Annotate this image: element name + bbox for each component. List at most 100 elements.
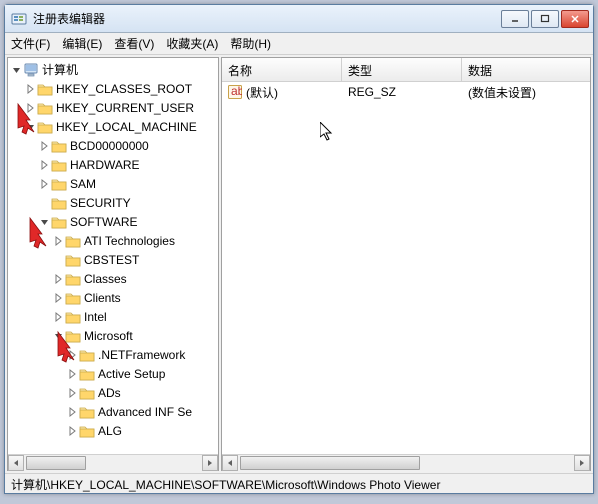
tree-label: HARDWARE — [70, 158, 140, 172]
expander-closed-icon[interactable] — [66, 406, 78, 418]
value-data: (数值未设置) — [468, 84, 536, 101]
menu-edit[interactable]: 编辑(E) — [62, 35, 102, 52]
maximize-button[interactable] — [531, 10, 559, 28]
tree-label: SOFTWARE — [70, 215, 138, 229]
window-controls — [501, 10, 589, 28]
tree-label: HKEY_CURRENT_USER — [56, 101, 194, 115]
expander-closed-icon[interactable] — [66, 368, 78, 380]
scroll-track[interactable] — [24, 455, 202, 471]
values-panel: 名称 类型 数据 (默认) REG_SZ (数值未设置) — [221, 57, 591, 471]
scroll-left-button[interactable] — [8, 455, 24, 471]
tree-item-netframework[interactable]: .NETFramework — [8, 345, 218, 364]
titlebar: 注册表编辑器 — [5, 5, 593, 33]
folder-icon — [51, 215, 67, 229]
tree-item-ads[interactable]: ADs — [8, 383, 218, 402]
expander-closed-icon[interactable] — [52, 292, 64, 304]
menu-help[interactable]: 帮助(H) — [230, 35, 271, 52]
expander-closed-icon[interactable] — [66, 387, 78, 399]
expander-none — [38, 197, 50, 209]
tree-item-hardware[interactable]: HARDWARE — [8, 155, 218, 174]
folder-icon — [65, 253, 81, 267]
tree-label: BCD00000000 — [70, 139, 149, 153]
expander-closed-icon[interactable] — [38, 159, 50, 171]
tree-label: HKEY_LOCAL_MACHINE — [56, 120, 197, 134]
value-row[interactable]: (默认) REG_SZ (数值未设置) — [222, 82, 590, 102]
scroll-thumb[interactable] — [26, 456, 86, 470]
expander-closed-icon[interactable] — [52, 273, 64, 285]
tree-label: Clients — [84, 291, 121, 305]
tree-item-clients[interactable]: Clients — [8, 288, 218, 307]
tree-label: Active Setup — [98, 367, 165, 381]
tree-item-security[interactable]: SECURITY — [8, 193, 218, 212]
tree-item-advancedinf[interactable]: Advanced INF Se — [8, 402, 218, 421]
minimize-button[interactable] — [501, 10, 529, 28]
values-list[interactable]: (默认) REG_SZ (数值未设置) — [222, 82, 590, 454]
tree-item-activesetup[interactable]: Active Setup — [8, 364, 218, 383]
tree-label: SAM — [70, 177, 96, 191]
expander-open-icon[interactable] — [10, 64, 22, 76]
column-type[interactable]: 类型 — [342, 58, 462, 81]
statusbar-path: 计算机\HKEY_LOCAL_MACHINE\SOFTWARE\Microsof… — [11, 478, 440, 492]
scroll-thumb[interactable] — [240, 456, 420, 470]
scroll-track[interactable] — [238, 455, 574, 471]
folder-icon — [37, 82, 53, 96]
menu-view[interactable]: 查看(V) — [114, 35, 154, 52]
scroll-right-button[interactable] — [574, 455, 590, 471]
folder-icon — [37, 101, 53, 115]
tree-item-bcd[interactable]: BCD00000000 — [8, 136, 218, 155]
scroll-left-button[interactable] — [222, 455, 238, 471]
tree-label: HKEY_CLASSES_ROOT — [56, 82, 192, 96]
tree-label: Microsoft — [84, 329, 133, 343]
folder-icon — [37, 120, 53, 134]
tree-label: Classes — [84, 272, 127, 286]
tree-label: 计算机 — [42, 61, 78, 78]
window: 注册表编辑器 文件(F) 编辑(E) 查看(V) 收藏夹(A) 帮助(H) 计算… — [4, 4, 594, 494]
values-scrollbar-horizontal[interactable] — [222, 454, 590, 470]
menu-favorites[interactable]: 收藏夹(A) — [166, 35, 218, 52]
tree-item-hkcu[interactable]: HKEY_CURRENT_USER — [8, 98, 218, 117]
tree-item-sam[interactable]: SAM — [8, 174, 218, 193]
annotation-arrow-icon — [28, 216, 50, 252]
folder-icon — [65, 234, 81, 248]
annotation-arrow-icon — [16, 102, 38, 138]
tree-panel: 计算机 HKEY_CLASSES_ROOT HKEY_CURRENT_USER … — [7, 57, 219, 471]
tree-item-intel[interactable]: Intel — [8, 307, 218, 326]
folder-icon — [79, 424, 95, 438]
tree-item-alg[interactable]: ALG — [8, 421, 218, 440]
folder-icon — [79, 405, 95, 419]
value-name: (默认) — [246, 84, 278, 101]
menu-file[interactable]: 文件(F) — [11, 35, 50, 52]
expander-closed-icon[interactable] — [38, 140, 50, 152]
value-type: REG_SZ — [348, 85, 396, 99]
expander-closed-icon[interactable] — [66, 425, 78, 437]
column-data[interactable]: 数据 — [462, 58, 590, 81]
scroll-right-button[interactable] — [202, 455, 218, 471]
expander-closed-icon[interactable] — [38, 178, 50, 190]
registry-tree[interactable]: 计算机 HKEY_CLASSES_ROOT HKEY_CURRENT_USER … — [8, 58, 218, 454]
tree-scrollbar-horizontal[interactable] — [8, 454, 218, 470]
expander-closed-icon[interactable] — [24, 83, 36, 95]
tree-item-computer[interactable]: 计算机 — [8, 60, 218, 79]
computer-icon — [23, 62, 39, 78]
menubar: 文件(F) 编辑(E) 查看(V) 收藏夹(A) 帮助(H) — [5, 33, 593, 55]
column-name[interactable]: 名称 — [222, 58, 342, 81]
close-button[interactable] — [561, 10, 589, 28]
tree-item-hkcr[interactable]: HKEY_CLASSES_ROOT — [8, 79, 218, 98]
expander-closed-icon[interactable] — [52, 311, 64, 323]
tree-item-classes[interactable]: Classes — [8, 269, 218, 288]
folder-icon — [65, 310, 81, 324]
folder-icon — [65, 291, 81, 305]
tree-label: SECURITY — [70, 196, 131, 210]
tree-item-hklm[interactable]: HKEY_LOCAL_MACHINE — [8, 117, 218, 136]
expander-closed-icon[interactable] — [52, 235, 64, 247]
tree-item-cbstest[interactable]: CBSTEST — [8, 250, 218, 269]
folder-icon — [51, 139, 67, 153]
tree-label: CBSTEST — [84, 253, 139, 267]
folder-icon — [65, 272, 81, 286]
tree-label: ATI Technologies — [84, 234, 175, 248]
annotation-arrow-icon — [56, 330, 78, 366]
tree-item-microsoft[interactable]: Microsoft — [8, 326, 218, 345]
app-icon — [11, 11, 27, 27]
folder-icon — [79, 348, 95, 362]
folder-icon — [51, 158, 67, 172]
